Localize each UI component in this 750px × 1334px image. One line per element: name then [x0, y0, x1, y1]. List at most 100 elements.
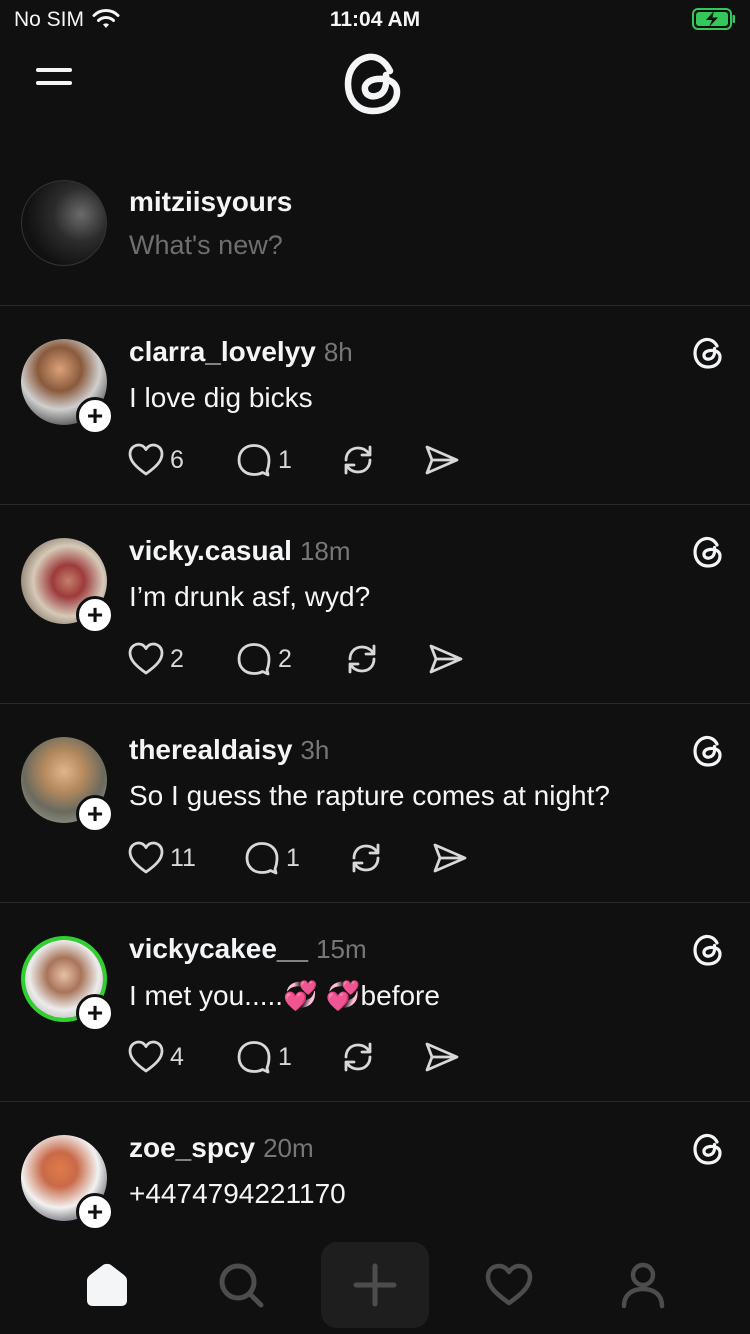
share-button[interactable] — [432, 841, 468, 875]
reply-count: 1 — [278, 445, 292, 474]
post-header: therealdaisy 3h — [129, 734, 329, 766]
like-button[interactable]: 4 — [128, 1040, 184, 1074]
heart-icon — [128, 443, 164, 476]
create-icon — [353, 1263, 397, 1307]
author-username[interactable]: vickycakee__ — [129, 933, 308, 965]
thread-post[interactable]: + clarra_lovelyy 8h I love dig bicks 6 1 — [0, 306, 750, 505]
thread-post[interactable]: + vickycakee__ 15m I met you.....💞 💞befo… — [0, 903, 750, 1102]
activity-heart-icon — [485, 1263, 533, 1306]
repost-button[interactable] — [340, 443, 376, 477]
heart-icon — [128, 841, 164, 874]
search-icon — [219, 1263, 264, 1308]
send-icon — [433, 843, 467, 873]
post-actions: 6 1 — [128, 443, 488, 479]
comment-icon — [237, 444, 271, 477]
post-timestamp: 20m — [263, 1133, 314, 1163]
bottom-tab-bar — [0, 1234, 750, 1334]
thread-post[interactable]: + therealdaisy 3h So I guess the rapture… — [0, 704, 750, 903]
author-username[interactable]: zoe_spcy — [129, 1132, 255, 1164]
follow-plus-icon[interactable]: + — [76, 994, 114, 1032]
tab-search[interactable] — [187, 1242, 295, 1328]
share-button[interactable] — [424, 443, 460, 477]
follow-plus-icon[interactable]: + — [76, 1193, 114, 1231]
composer-prompt[interactable]: What's new? — [129, 230, 283, 261]
post-timestamp: 3h — [300, 735, 330, 765]
reply-count: 2 — [278, 644, 292, 673]
post-text: +4474794221170 — [129, 1178, 346, 1209]
like-button[interactable]: 11 — [128, 841, 196, 875]
post-actions: 4 1 — [128, 1040, 488, 1076]
author-username[interactable]: vicky.casual — [129, 535, 292, 567]
reply-button[interactable]: 1 — [236, 443, 292, 477]
comment-icon — [237, 1041, 271, 1074]
post-text: I love dig bicks — [129, 382, 313, 413]
follow-plus-icon[interactable]: + — [76, 795, 114, 833]
menu-line — [36, 81, 72, 85]
send-icon — [429, 644, 463, 674]
reply-count: 1 — [278, 1042, 292, 1071]
threads-badge-icon[interactable] — [692, 1132, 724, 1166]
post-header: clarra_lovelyy 8h — [129, 336, 353, 368]
menu-button[interactable] — [36, 68, 76, 98]
post-actions: 2 2 — [128, 642, 488, 678]
post-header: zoe_spcy 20m — [129, 1132, 314, 1164]
repost-icon — [352, 843, 380, 873]
author-username[interactable]: clarra_lovelyy — [129, 336, 316, 368]
like-count: 2 — [170, 644, 184, 673]
post-header: vickycakee__ 15m — [129, 933, 367, 965]
repost-icon — [344, 1042, 372, 1072]
repost-icon — [348, 644, 376, 674]
threads-badge-icon[interactable] — [692, 336, 724, 370]
reply-button[interactable]: 2 — [236, 642, 292, 676]
status-time: 11:04 AM — [329, 8, 421, 31]
current-user-avatar[interactable] — [21, 180, 107, 266]
repost-icon — [344, 445, 372, 475]
post-actions: 11 1 — [128, 841, 488, 877]
send-icon — [425, 1042, 459, 1072]
repost-button[interactable] — [348, 841, 384, 875]
post-text: I’m drunk asf, wyd? — [129, 581, 371, 612]
tab-activity[interactable] — [455, 1242, 563, 1328]
author-username[interactable]: therealdaisy — [129, 734, 292, 766]
post-timestamp: 8h — [323, 337, 353, 367]
tab-profile[interactable] — [589, 1242, 697, 1328]
threads-badge-icon[interactable] — [692, 734, 724, 768]
send-icon — [425, 445, 459, 475]
repost-button[interactable] — [340, 1040, 376, 1074]
reply-count: 1 — [286, 843, 300, 872]
post-timestamp: 15m — [316, 934, 367, 964]
like-count: 11 — [170, 843, 196, 872]
share-button[interactable] — [424, 1040, 460, 1074]
threads-badge-icon[interactable] — [692, 933, 724, 967]
menu-line — [36, 68, 72, 72]
post-timestamp: 18m — [299, 536, 351, 566]
tab-home[interactable] — [53, 1242, 161, 1328]
like-count: 4 — [170, 1042, 184, 1071]
comment-icon — [237, 643, 271, 676]
repost-button[interactable] — [344, 642, 380, 676]
like-button[interactable]: 2 — [128, 642, 184, 676]
battery-charging-icon — [692, 8, 735, 30]
home-icon — [87, 1263, 127, 1306]
thread-post[interactable]: + vicky.casual 18m I’m drunk asf, wyd? 2 — [0, 505, 750, 704]
reply-button[interactable]: 1 — [244, 841, 300, 875]
comment-icon — [245, 842, 279, 875]
threads-logo-icon[interactable] — [342, 51, 406, 117]
share-button[interactable] — [428, 642, 464, 676]
post-header: vicky.casual 18m — [129, 535, 351, 567]
post-text: So I guess the rapture comes at night? — [129, 780, 610, 811]
heart-icon — [128, 642, 164, 675]
post-text: I met you.....💞 💞before — [129, 980, 440, 1011]
follow-plus-icon[interactable]: + — [76, 397, 114, 435]
like-button[interactable]: 6 — [128, 443, 184, 477]
follow-plus-icon[interactable]: + — [76, 596, 114, 634]
profile-icon — [621, 1262, 665, 1309]
status-bar: No SIM 11:04 AM — [0, 0, 750, 40]
like-count: 6 — [170, 445, 184, 474]
current-username: mitziisyours — [129, 186, 293, 217]
new-thread-composer[interactable]: mitziisyours What's new? — [0, 170, 750, 306]
reply-button[interactable]: 1 — [236, 1040, 292, 1074]
threads-badge-icon[interactable] — [692, 535, 724, 569]
heart-icon — [128, 1040, 164, 1073]
tab-create[interactable] — [321, 1242, 429, 1328]
